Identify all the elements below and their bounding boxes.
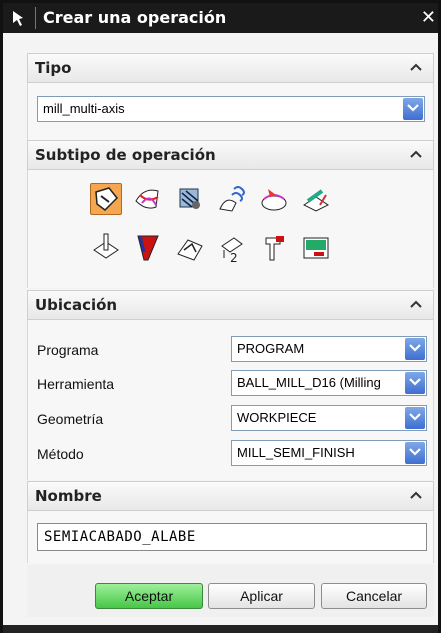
- programa-value: PROGRAM: [237, 341, 305, 356]
- tipo-select[interactable]: mill_multi-axis: [37, 96, 425, 122]
- chevron-up-icon[interactable]: [409, 490, 423, 500]
- subtipo-section-header[interactable]: Subtipo de operación: [27, 140, 434, 170]
- tipo-section-header[interactable]: Tipo: [27, 53, 434, 83]
- nombre-header-label: Nombre: [35, 487, 102, 505]
- mill-user-icon[interactable]: [300, 232, 332, 264]
- swarf-icon[interactable]: 2: [216, 232, 248, 265]
- flow-cut-icon[interactable]: [216, 183, 248, 215]
- bottom-edge: [3, 625, 438, 633]
- chevron-up-icon[interactable]: [409, 62, 423, 72]
- close-icon[interactable]: ✕: [421, 7, 436, 28]
- accept-button[interactable]: Aceptar: [95, 583, 203, 609]
- metodo-label: Método: [37, 446, 84, 462]
- ubicacion-section-header[interactable]: Ubicación: [27, 290, 434, 320]
- chevron-down-icon[interactable]: [405, 442, 425, 464]
- geometria-value: WORKPIECE: [237, 410, 317, 425]
- svg-text:2: 2: [230, 251, 238, 264]
- rotary-icon[interactable]: [300, 183, 332, 215]
- nombre-section-header[interactable]: Nombre: [27, 481, 434, 511]
- streamline-icon[interactable]: [174, 183, 206, 215]
- contour-profile-icon[interactable]: [90, 183, 122, 215]
- chevron-up-icon[interactable]: [409, 149, 423, 159]
- chevron-down-icon[interactable]: [405, 372, 425, 394]
- tapered-tool-icon[interactable]: [132, 232, 164, 264]
- chevron-down-icon[interactable]: [405, 338, 425, 360]
- name-field[interactable]: SEMIACABADO_ALABE: [37, 523, 427, 551]
- apply-button[interactable]: Aplicar: [208, 583, 315, 609]
- title-divider: [35, 7, 36, 29]
- geometria-label: Geometría: [37, 411, 104, 427]
- title-bar[interactable]: Crear una operación ✕: [3, 3, 438, 33]
- chevron-down-icon[interactable]: [405, 407, 425, 429]
- zlevel-icon[interactable]: [258, 183, 290, 215]
- programa-label: Programa: [37, 342, 99, 358]
- fixed-axis-icon[interactable]: [258, 232, 290, 264]
- subtipo-header-label: Subtipo de operación: [35, 146, 216, 164]
- herramienta-label: Herramienta: [37, 376, 115, 392]
- name-field-value: SEMIACABADO_ALABE: [44, 529, 196, 545]
- subtipo-section-body: 2: [27, 170, 434, 288]
- programa-select[interactable]: PROGRAM: [231, 336, 427, 362]
- chevron-up-icon[interactable]: [409, 299, 423, 309]
- dialog-window: Crear una operación ✕ Tipo mill_multi-ax…: [0, 0, 441, 633]
- ubicacion-header-label: Ubicación: [35, 296, 118, 314]
- chevron-down-icon[interactable]: [403, 98, 423, 120]
- pointer-icon: [13, 11, 23, 26]
- multi-blade-icon[interactable]: [174, 232, 206, 264]
- window-title: Crear una operación: [43, 8, 227, 27]
- geometria-select[interactable]: WORKPIECE: [231, 405, 427, 431]
- metodo-value: MILL_SEMI_FINISH: [237, 445, 355, 460]
- tipo-select-value: mill_multi-axis: [43, 101, 125, 116]
- tipo-header-label: Tipo: [35, 59, 72, 77]
- herramienta-select[interactable]: BALL_MILL_D16 (Milling: [231, 370, 427, 396]
- tipo-section-body: mill_multi-axis: [27, 83, 434, 140]
- metodo-select[interactable]: MILL_SEMI_FINISH: [231, 440, 427, 466]
- drill-axis-icon[interactable]: [90, 232, 122, 264]
- variable-axis-surface-icon[interactable]: [132, 183, 164, 215]
- herramienta-value: BALL_MILL_D16 (Milling: [237, 375, 381, 390]
- cancel-button[interactable]: Cancelar: [321, 583, 427, 609]
